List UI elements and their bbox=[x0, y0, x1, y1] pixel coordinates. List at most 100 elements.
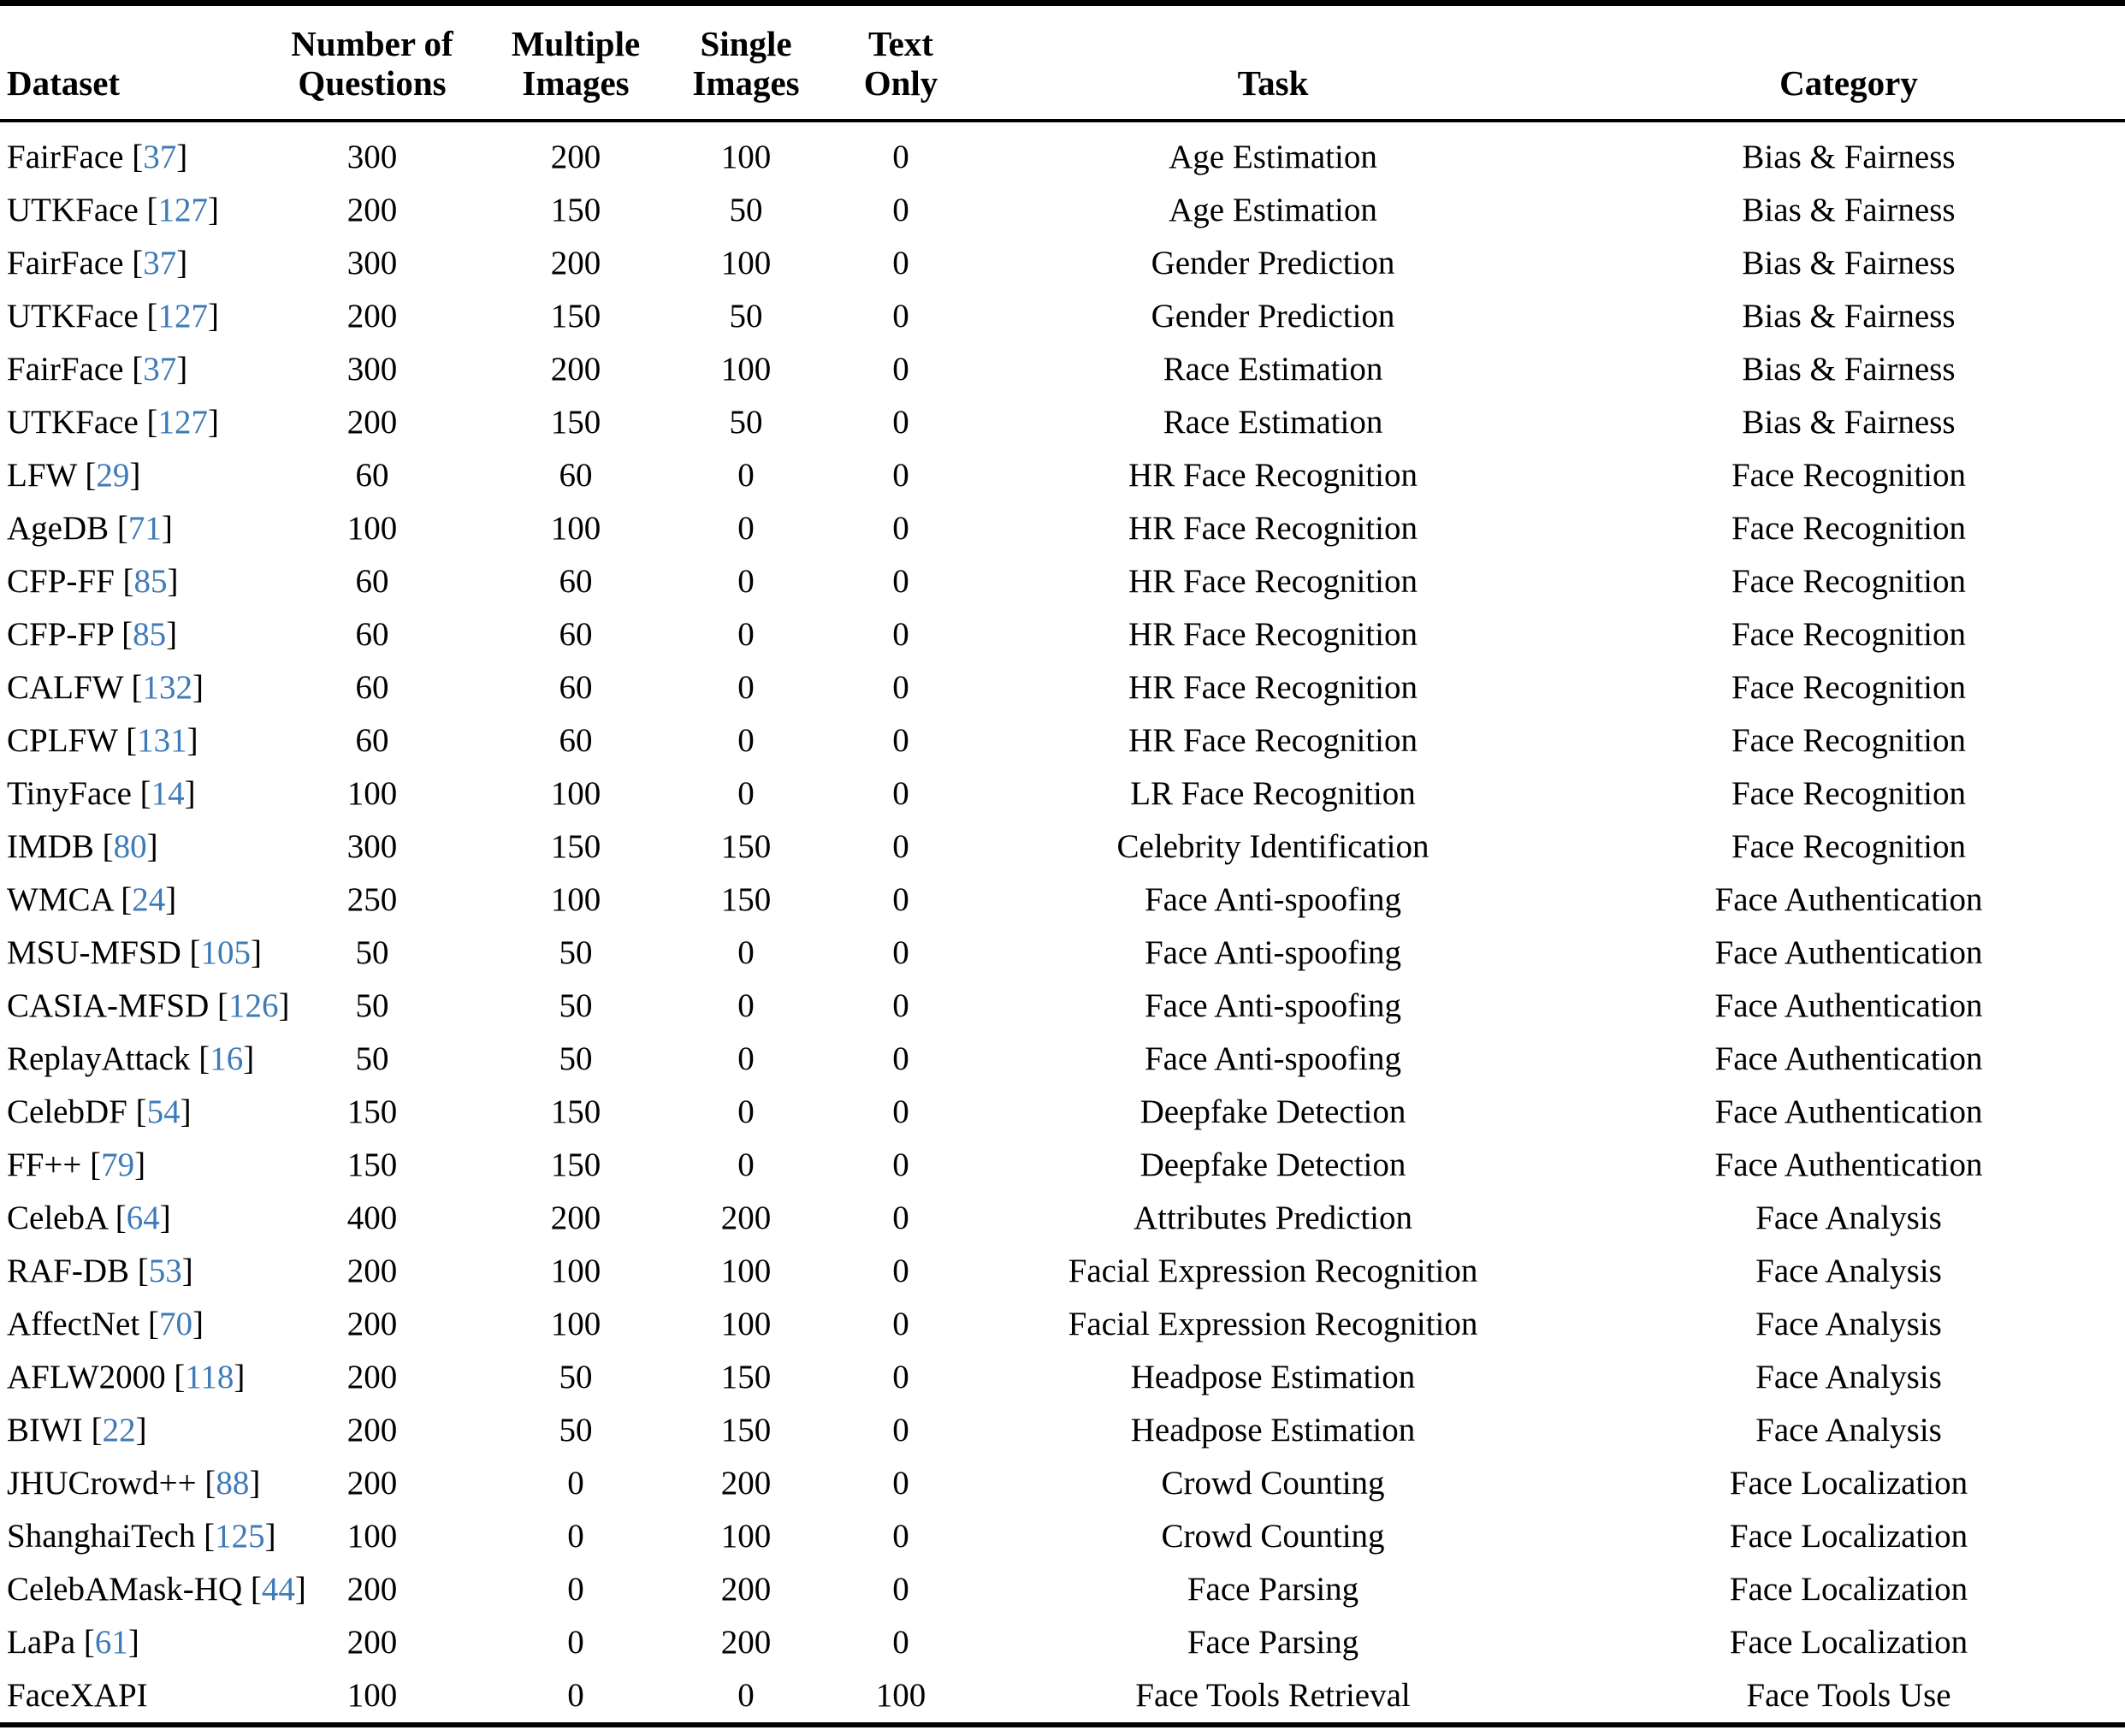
citation-link[interactable]: [44] bbox=[242, 1571, 306, 1608]
citation-number[interactable]: 79 bbox=[101, 1146, 134, 1183]
citation-close-bracket: ] bbox=[249, 1465, 261, 1502]
citation-link[interactable]: [22] bbox=[83, 1412, 147, 1449]
citation-close-bracket: ] bbox=[184, 775, 196, 813]
citation-link[interactable]: [37] bbox=[123, 139, 187, 175]
citation-link[interactable]: [61] bbox=[75, 1624, 139, 1661]
cell-dataset: UTKFace [127] bbox=[0, 184, 257, 237]
cell-category: Face Analysis bbox=[1755, 1412, 1942, 1449]
cell-multiple-images: 100 bbox=[550, 1306, 601, 1343]
citation-link[interactable]: [131] bbox=[117, 722, 198, 759]
citation-number[interactable]: 16 bbox=[210, 1040, 243, 1077]
citation-link[interactable]: [127] bbox=[139, 192, 220, 228]
cell-category: Face Analysis bbox=[1755, 1253, 1942, 1290]
table-row: CALFW [132] 60 60 0 0 HR Face Recognition Face… bbox=[0, 661, 2125, 714]
citation-number[interactable]: 80 bbox=[114, 828, 147, 865]
citation-number[interactable]: 132 bbox=[143, 669, 193, 706]
cell-dataset: FairFace [37] bbox=[0, 237, 257, 290]
cell-single-images: 200 bbox=[720, 1200, 772, 1237]
cell-text-only: 0 bbox=[892, 1093, 909, 1131]
citation-number[interactable]: 125 bbox=[215, 1518, 265, 1555]
citation-number[interactable]: 85 bbox=[133, 616, 166, 653]
citation-number[interactable]: 126 bbox=[228, 987, 279, 1024]
citation-open-bracket: [ bbox=[131, 775, 151, 813]
citation-number[interactable]: 61 bbox=[95, 1624, 128, 1661]
citation-link[interactable]: [37] bbox=[123, 351, 187, 388]
citation-link[interactable]: [79] bbox=[81, 1146, 145, 1183]
citation-number[interactable]: 44 bbox=[262, 1571, 295, 1608]
citation-link[interactable]: [71] bbox=[109, 510, 173, 547]
cell-number-of-questions: 200 bbox=[346, 404, 398, 441]
cell-multiple-images: 0 bbox=[567, 1624, 584, 1662]
citation-link[interactable]: [85] bbox=[113, 616, 177, 653]
citation-link[interactable]: [125] bbox=[195, 1518, 276, 1555]
citation-number[interactable]: 71 bbox=[128, 510, 162, 547]
citation-number[interactable]: 64 bbox=[127, 1200, 160, 1236]
dataset-name: FairFace bbox=[7, 245, 124, 282]
citation-number[interactable]: 127 bbox=[158, 192, 209, 228]
table-row: WMCA [24] 250 100 150 0 Face Anti-spoofing Fac… bbox=[0, 874, 2125, 927]
citation-number[interactable]: 118 bbox=[185, 1359, 234, 1395]
citation-link[interactable]: [16] bbox=[190, 1040, 254, 1077]
citation-link[interactable]: [53] bbox=[129, 1253, 193, 1289]
citation-number[interactable]: 53 bbox=[149, 1253, 182, 1289]
citation-number[interactable]: 131 bbox=[137, 722, 187, 759]
table-row: ReplayAttack [16] 50 50 0 0 Face Anti-spoofin… bbox=[0, 1033, 2125, 1086]
citation-close-bracket: ] bbox=[129, 457, 141, 495]
citation-link[interactable]: [14] bbox=[132, 775, 196, 812]
citation-number[interactable]: 37 bbox=[143, 139, 176, 175]
cell-category: Face Analysis bbox=[1755, 1306, 1942, 1343]
citation-number[interactable]: 54 bbox=[147, 1093, 181, 1130]
citation-link[interactable]: [127] bbox=[139, 298, 220, 335]
citation-link[interactable]: [126] bbox=[209, 987, 290, 1024]
citation-link[interactable]: [105] bbox=[181, 934, 263, 971]
citation-link[interactable]: [37] bbox=[123, 245, 187, 281]
citation-link[interactable]: [70] bbox=[139, 1306, 204, 1342]
dataset-name: WMCA bbox=[7, 881, 113, 919]
cell-category: Face Authentication bbox=[1714, 1040, 1983, 1078]
cell-single-images: 100 bbox=[720, 1518, 772, 1555]
cell-multiple-images: 100 bbox=[550, 510, 601, 548]
citation-number[interactable]: 22 bbox=[103, 1412, 136, 1449]
table-row: CASIA-MFSD [126] 50 50 0 0 Face Anti-spoofing… bbox=[0, 980, 2125, 1033]
citation-number[interactable]: 29 bbox=[96, 457, 129, 494]
citation-close-bracket: ] bbox=[243, 1040, 255, 1078]
citation-link[interactable]: [24] bbox=[113, 881, 176, 918]
citation-number[interactable]: 14 bbox=[151, 775, 185, 812]
dataset-name: FF++ bbox=[7, 1146, 82, 1184]
cell-category: Face Analysis bbox=[1755, 1359, 1942, 1396]
citation-number[interactable]: 37 bbox=[143, 245, 176, 281]
citation-number[interactable]: 70 bbox=[159, 1306, 192, 1342]
citation-link[interactable]: [54] bbox=[127, 1093, 192, 1130]
cell-number-of-questions: 60 bbox=[355, 616, 389, 654]
cell-text-only: 0 bbox=[892, 404, 909, 441]
cell-task: Facial Expression Recognition bbox=[1068, 1306, 1478, 1343]
cell-dataset: FaceXAPI bbox=[0, 1669, 257, 1725]
cell-task: Age Estimation bbox=[1169, 192, 1377, 229]
column-header-text-line1: Text bbox=[868, 24, 933, 63]
citation-link[interactable]: [80] bbox=[94, 828, 158, 865]
cell-dataset: FF++ [79] bbox=[0, 1139, 257, 1192]
citation-link[interactable]: [118] bbox=[166, 1359, 245, 1395]
cell-dataset: AgeDB [71] bbox=[0, 502, 257, 555]
citation-link[interactable]: [85] bbox=[115, 563, 179, 600]
bottom-rule-segment bbox=[664, 1721, 828, 1736]
table-body: FairFace [37] 300 200 100 0 Age Estimation Bia… bbox=[0, 118, 2125, 1736]
citation-number[interactable]: 105 bbox=[201, 934, 252, 971]
citation-link[interactable]: [29] bbox=[77, 457, 141, 495]
citation-number[interactable]: 37 bbox=[143, 351, 176, 388]
citation-link[interactable]: [88] bbox=[196, 1465, 261, 1502]
table-row: TinyFace [14] 100 100 0 0 LR Face Recognition… bbox=[0, 767, 2125, 821]
cell-single-images: 0 bbox=[737, 775, 755, 813]
citation-number[interactable]: 127 bbox=[158, 404, 209, 441]
citation-number[interactable]: 85 bbox=[134, 563, 168, 600]
citation-link[interactable]: [132] bbox=[123, 669, 204, 706]
cell-multiple-images: 0 bbox=[567, 1465, 584, 1502]
citation-link[interactable]: [127] bbox=[139, 404, 220, 441]
citation-number[interactable]: 24 bbox=[132, 881, 165, 918]
citation-link[interactable]: [64] bbox=[107, 1200, 171, 1236]
bottom-rule-segment bbox=[0, 1721, 257, 1736]
citation-number[interactable]: 88 bbox=[216, 1465, 249, 1502]
citation-number[interactable]: 127 bbox=[158, 298, 209, 335]
cell-text-only: 0 bbox=[892, 1518, 909, 1555]
citation-open-bracket: [ bbox=[196, 1465, 216, 1502]
